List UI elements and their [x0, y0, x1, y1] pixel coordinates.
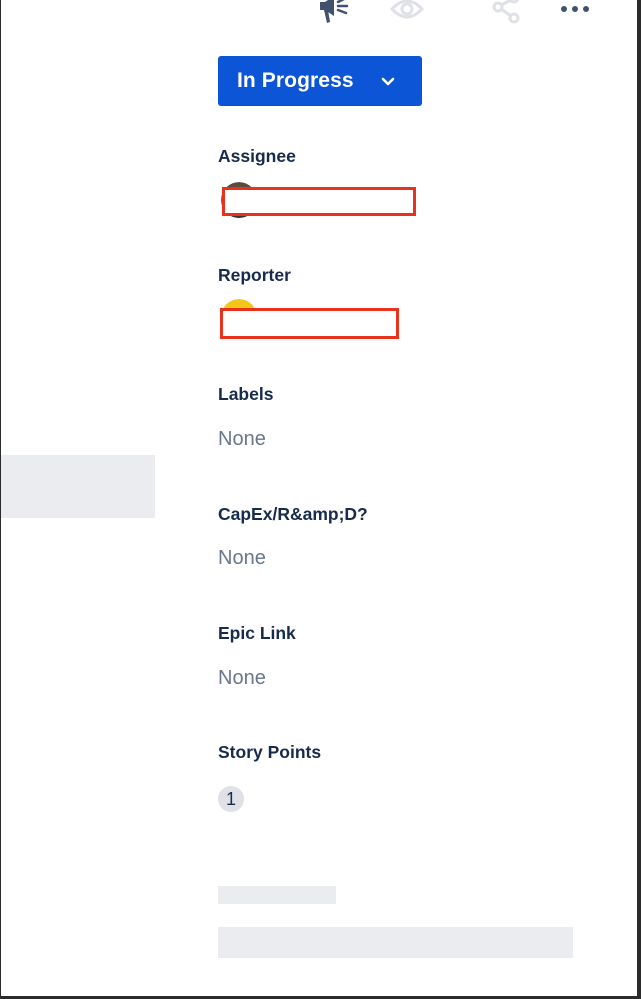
status-label: In Progress	[237, 69, 354, 92]
capex-value[interactable]: None	[218, 547, 266, 570]
labels-label: Labels	[218, 384, 274, 404]
chevron-down-icon	[380, 74, 396, 90]
loading-placeholder	[218, 927, 573, 958]
capex-label: CapEx/R&amp;D?	[218, 504, 368, 524]
assignee-label: Assignee	[218, 146, 296, 166]
issue-details-panel: In Progress Assignee Reporter Labels Non…	[1, 0, 637, 996]
status-dropdown-button[interactable]: In Progress	[218, 56, 422, 106]
megaphone-icon[interactable]	[317, 0, 351, 26]
loading-placeholder	[218, 886, 336, 904]
share-icon[interactable]	[490, 0, 524, 26]
assignee-name-redacted[interactable]	[222, 187, 416, 216]
reporter-name-redacted[interactable]	[220, 308, 399, 339]
story-points-label: Story Points	[218, 742, 322, 762]
more-icon[interactable]	[559, 0, 593, 26]
epic-link-value[interactable]: None	[218, 667, 266, 690]
loading-placeholder	[1, 455, 155, 518]
epic-link-label: Epic Link	[218, 623, 296, 643]
story-points-badge[interactable]: 1	[218, 786, 244, 812]
labels-value[interactable]: None	[218, 428, 266, 451]
eye-icon[interactable]	[390, 0, 424, 26]
reporter-label: Reporter	[218, 265, 291, 285]
